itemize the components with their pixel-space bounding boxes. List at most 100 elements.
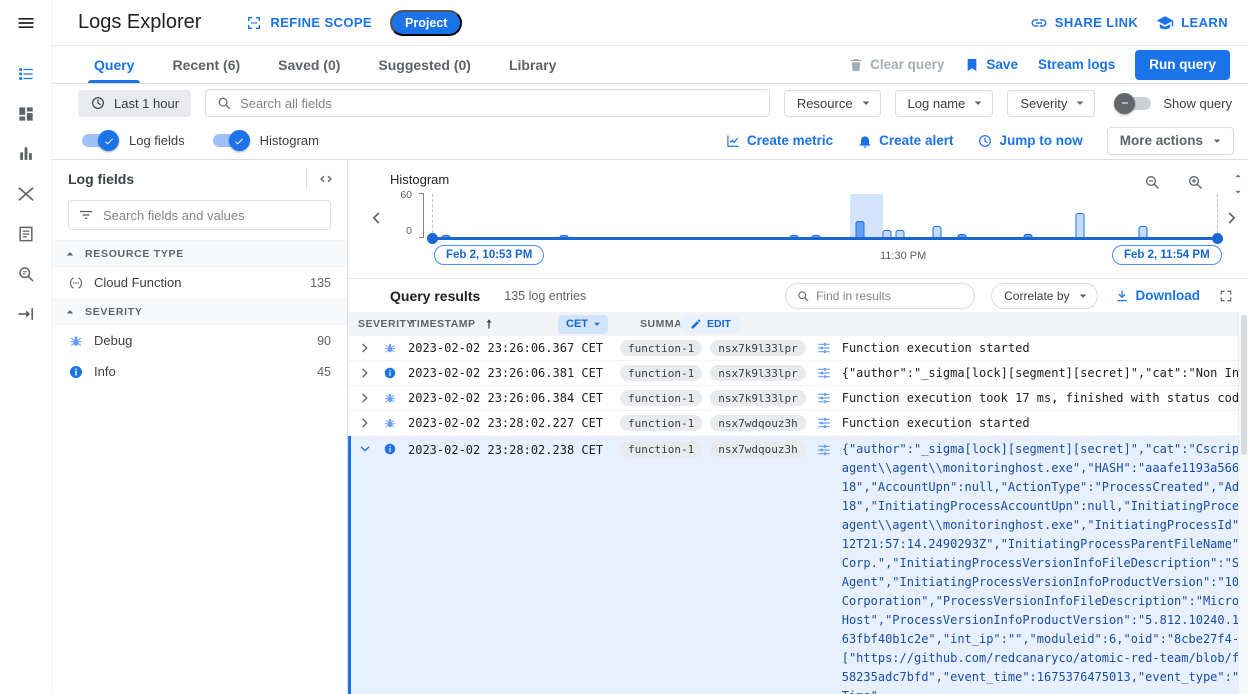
vertical-scrollbar[interactable] [1238,312,1248,694]
rail-item-logs-explorer[interactable] [0,54,52,94]
edit-summary-button[interactable]: EDIT [680,314,741,334]
timezone-label: CET [566,318,588,330]
menu-button[interactable] [16,13,36,36]
resource-label-chip[interactable]: function-1 [620,365,703,381]
log-row[interactable]: 2023-02-02 23:26:06.384 CET function-1 nsx… [348,386,1248,411]
fullscreen-button[interactable] [1216,286,1236,306]
run-query-button[interactable]: Run query [1135,49,1230,80]
resource-label-chip[interactable]: nsx7k9l33lpr [710,365,806,381]
tab-query[interactable]: Query [78,46,150,83]
resource-label-chip[interactable]: function-1 [620,390,703,406]
timezone-dropdown[interactable]: CET [558,314,608,334]
more-actions-button[interactable]: More actions [1106,126,1234,155]
zoom-in-button[interactable] [1184,171,1206,193]
view-details-button[interactable] [814,440,834,460]
logs-metrics-icon [16,144,36,164]
dashboard-icon [16,104,36,124]
field-item-debug[interactable]: Debug 90 [52,325,347,356]
range-start-handle[interactable] [427,233,438,244]
save-button[interactable]: Save [964,57,1018,73]
stream-logs-button[interactable]: Stream logs [1038,57,1115,72]
rail-item-log-analytics[interactable] [0,254,52,294]
time-range-track[interactable] [432,237,1218,240]
correlate-by-dropdown[interactable]: Correlate by [991,282,1098,309]
expand-row-button[interactable] [356,414,374,432]
resource-label-chip[interactable]: nsx7wdqouz3h [710,415,806,431]
log-name-dropdown[interactable]: Log name [894,89,994,117]
project-chip[interactable]: Project [390,9,463,36]
tune-icon [816,340,832,356]
range-end-handle[interactable] [1212,233,1223,244]
learn-button[interactable]: LEARN [1156,14,1228,32]
view-details-button[interactable] [814,413,834,433]
histogram-bar[interactable] [855,221,865,238]
collapse-panel-button[interactable] [315,168,337,190]
rail-item-docs[interactable] [0,214,52,254]
code-icon [317,170,335,188]
range-end-chip[interactable]: Feb 2, 11:54 PM [1112,245,1222,265]
expand-row-button[interactable] [356,339,374,357]
resource-label-chip[interactable]: function-1 [620,441,703,457]
refine-scope-button[interactable]: REFINE SCOPE [245,14,372,32]
expand-row-button[interactable] [356,440,374,458]
refine-scope-icon [245,14,263,32]
create-alert-button[interactable]: Create alert [857,133,953,149]
scroll-down-button[interactable] [1230,184,1246,200]
resource-label-chip[interactable]: nsx7wdqouz3h [710,441,806,457]
tab-suggested[interactable]: Suggested (0) [362,46,487,83]
section-header-resource-type[interactable]: RESOURCE TYPE [52,240,347,267]
correlate-by-label: Correlate by [1004,288,1070,303]
sort-ascending-button[interactable] [482,317,496,334]
jump-to-now-button[interactable]: Jump to now [977,133,1083,149]
tab-library[interactable]: Library [493,46,572,83]
section-header-severity[interactable]: SEVERITY [52,298,347,325]
resource-dropdown[interactable]: Resource [783,89,881,117]
histogram-toggle[interactable] [212,130,250,151]
resource-label-chip[interactable]: nsx7k9l33lpr [710,340,806,356]
expand-row-button[interactable] [356,389,374,407]
log-row[interactable]: 2023-02-02 23:28:02.238 CET function-1 nsx… [348,436,1248,694]
download-button[interactable]: Download [1114,288,1200,304]
bell-icon [857,133,873,149]
range-start-chip[interactable]: Feb 2, 10:53 PM [434,245,545,265]
pan-right-button[interactable] [1222,208,1242,231]
find-in-results-input[interactable] [816,288,965,303]
resource-label-chip[interactable]: function-1 [620,415,703,431]
search-all-fields-input[interactable] [240,95,759,111]
view-details-button[interactable] [814,363,834,383]
save-label: Save [986,57,1018,72]
rail-item-log-router[interactable] [0,294,52,334]
rail-item-dashboard[interactable] [0,94,52,134]
log-row[interactable]: 2023-02-02 23:26:06.367 CET function-1 nsx… [348,336,1248,361]
severity-dropdown[interactable]: Severity [1007,89,1096,117]
clear-query-button[interactable]: Clear query [848,57,944,73]
view-details-button[interactable] [814,388,834,408]
divider [306,170,307,188]
zoom-out-button[interactable] [1141,171,1163,193]
log-row[interactable]: 2023-02-02 23:26:06.381 CET function-1 nsx… [348,361,1248,386]
fields-search-input[interactable] [103,207,322,223]
resource-label-chip[interactable]: function-1 [620,340,703,356]
show-query-toggle[interactable] [1114,92,1152,114]
log-fields-toggle-group: Log fields [82,130,185,151]
log-fields-toggle[interactable] [82,130,119,151]
tab-recent[interactable]: Recent (6) [156,46,256,83]
field-item-info[interactable]: Info 45 [52,356,347,387]
tab-saved[interactable]: Saved (0) [262,46,356,83]
time-range-chip[interactable]: Last 1 hour [78,89,192,117]
log-row[interactable]: 2023-02-02 23:28:02.227 CET function-1 nsx… [348,411,1248,436]
share-link-button[interactable]: SHARE LINK [1030,14,1138,32]
query-results-title: Query results [390,287,481,304]
rail-item-trace[interactable] [0,174,52,214]
rail-item-logs-metrics[interactable] [0,134,52,174]
create-metric-button[interactable]: Create metric [725,133,833,149]
scroll-up-button[interactable] [1230,168,1246,184]
view-details-button[interactable] [814,338,834,358]
field-item-cloud-function[interactable]: Cloud Function 135 [52,267,347,298]
expand-row-button[interactable] [356,364,374,382]
scrollbar-thumb[interactable] [1241,315,1247,455]
histogram-bar[interactable] [1075,213,1085,238]
resource-label-chip[interactable]: nsx7k9l33lpr [710,390,806,406]
check-icon [103,135,115,147]
pan-left-button[interactable] [366,208,386,231]
